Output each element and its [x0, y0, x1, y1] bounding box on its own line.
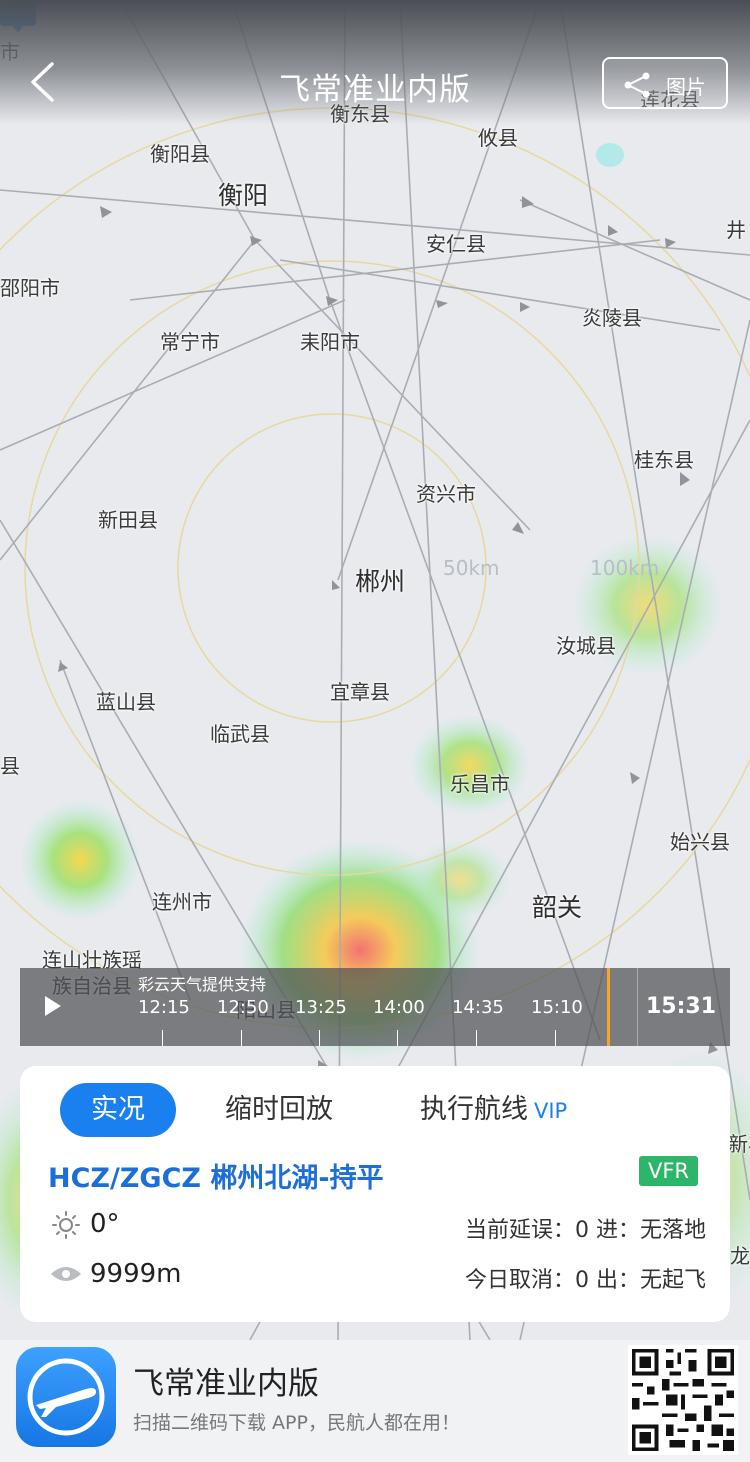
map-city-label: 汝城县 [556, 634, 616, 658]
map-city-label: 常宁市 [160, 330, 220, 354]
sun-icon [52, 1211, 80, 1239]
range-ring-label-100km: 100km [590, 556, 660, 580]
vip-badge: VIP [534, 1099, 568, 1123]
map-city-label: 衡阳县 [150, 142, 210, 166]
radar-timeline[interactable]: 彩云天气提供支持 12:15 12:50 13:25 14:00 14:35 15:10 … [20, 968, 730, 1046]
map-city-label: 临武县 [210, 722, 270, 746]
flight-rule-badge: VFR [638, 1156, 698, 1186]
weather-source-note: 彩云天气提供支持 [138, 975, 267, 994]
map-city-label: 蓝山县 [96, 690, 156, 714]
timeline-tick [241, 1030, 242, 1046]
visibility-eye-icon [51, 1267, 81, 1281]
image-button-label: 图片 [666, 75, 706, 99]
timeline-time-label[interactable]: 13:25 [295, 997, 347, 1018]
timeline-time-label[interactable]: 14:00 [373, 997, 425, 1018]
app-subtitle: 扫描二维码下载 APP，民航人都在用！ [133, 1412, 460, 1434]
timeline-divider [637, 968, 638, 1046]
temperature-value: 0° [90, 1209, 120, 1239]
timeline-time-label[interactable]: 14:35 [452, 997, 504, 1018]
map-city-label: 乐昌市 [450, 772, 510, 796]
timeline-tick [319, 1030, 320, 1046]
play-icon[interactable] [44, 995, 62, 1017]
range-ring-label-50km: 50km [443, 556, 500, 580]
top-navigation-bar: 飞常准业内版 图片 [0, 0, 750, 125]
timeline-time-label[interactable]: 12:15 [138, 997, 190, 1018]
timeline-tick [397, 1030, 398, 1046]
map-city-label: 炎陵县 [582, 306, 642, 330]
map-city-label: 新丰 [728, 1132, 750, 1156]
tab-active-routes-label: 执行航线 [420, 1094, 528, 1125]
map-city-label: 邵阳市 [0, 276, 60, 300]
timeline-tick [555, 1030, 556, 1046]
qr-code[interactable] [628, 1345, 738, 1455]
cancel-stats: 今日取消：0 出：无起飞 [465, 1268, 706, 1293]
image-share-button[interactable]: 图片 [602, 57, 728, 109]
map-city-label: 县 [0, 754, 20, 778]
map-city-label: 安仁县 [426, 232, 486, 256]
timeline-tick [162, 1030, 163, 1046]
map-city-label: 桂东县 [634, 448, 694, 472]
map-city-label: 龙 [730, 1244, 750, 1268]
map-city-label: 资兴市 [416, 482, 476, 506]
map-city-label: 韶关 [532, 893, 583, 922]
tab-live[interactable]: 实况 [60, 1083, 176, 1137]
app-icon[interactable] [16, 1347, 116, 1447]
timeline-time-label[interactable]: 12:50 [217, 997, 269, 1018]
map-city-label: 郴州 [355, 567, 406, 596]
tab-timelapse[interactable]: 缩时回放 [225, 1083, 333, 1137]
delay-stats: 当前延误：0 进：无落地 [465, 1218, 706, 1243]
map-city-label: 耒阳市 [300, 330, 360, 354]
app-name: 飞常准业内版 [133, 1366, 319, 1402]
map-city-label: 衡阳 [218, 181, 269, 210]
share-icon [624, 72, 650, 98]
map-city-label: 连州市 [152, 890, 212, 914]
timeline-tick [476, 1030, 477, 1046]
airport-info-card: 实况 缩时回放 执行航线 VIP HCZ/ZGCZ 郴州北湖-持平 VFR 0° … [20, 1066, 730, 1322]
timeline-playhead[interactable] [607, 968, 610, 1046]
visibility-value: 9999m [90, 1259, 182, 1289]
current-time-label: 15:31 [645, 994, 716, 1019]
timeline-time-label[interactable]: 15:10 [531, 997, 583, 1018]
tab-active-routes[interactable]: 执行航线 VIP [420, 1083, 567, 1137]
map-city-label: 宜章县 [330, 680, 390, 704]
map-city-label: 始兴县 [670, 830, 730, 854]
airplane-icon [27, 1358, 105, 1436]
airport-station-name: HCZ/ZGCZ 郴州北湖-持平 [48, 1163, 384, 1194]
map-city-label: 新田县 [98, 508, 158, 532]
map-city-label: 攸县 [478, 126, 518, 150]
app-download-banner[interactable]: 飞常准业内版 扫描二维码下载 APP，民航人都在用！ [0, 1340, 750, 1462]
map-city-label: 井 [726, 218, 746, 242]
